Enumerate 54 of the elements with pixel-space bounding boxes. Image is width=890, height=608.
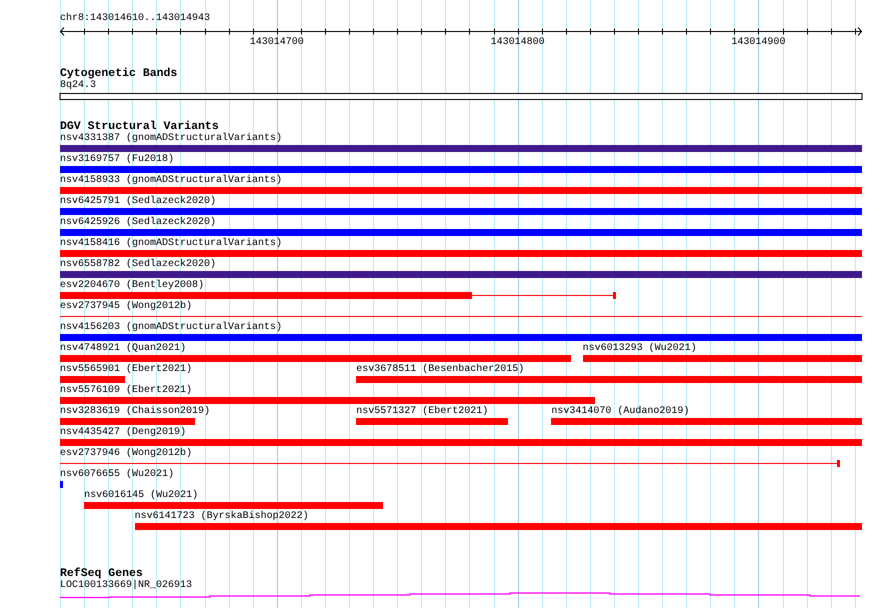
variant-bar[interactable] bbox=[356, 418, 508, 425]
variant-label: esv2204670 (Bentley2008) bbox=[60, 280, 204, 292]
variant-label: nsv4158416 (gnomADStructuralVariants) bbox=[60, 238, 282, 250]
variant-label: nsv6141723 (ByrskaBishop2022) bbox=[134, 511, 309, 523]
location-label: chr8:143014610..143014943 bbox=[60, 13, 210, 25]
variant-label: nsv4748921 (Quan2021) bbox=[60, 343, 186, 355]
gene-label: LOC100133669|NR_026913 bbox=[60, 580, 192, 592]
variant-bar[interactable] bbox=[60, 271, 862, 278]
variant-label: nsv6016145 (Wu2021) bbox=[84, 490, 198, 502]
variant-label: nsv6558782 (Sedlazeck2020) bbox=[60, 259, 216, 271]
chromosome-band[interactable] bbox=[60, 93, 862, 100]
track-title: DGV Structural Variants bbox=[60, 121, 219, 133]
variant-label: nsv5565901 (Ebert2021) bbox=[60, 364, 192, 376]
variant-label: nsv3283619 (Chaisson2019) bbox=[60, 406, 210, 418]
variant-label: nsv4156203 (gnomADStructuralVariants) bbox=[60, 322, 282, 334]
variant-label: nsv5576109 (Ebert2021) bbox=[60, 385, 192, 397]
variant-label: nsv3414070 (Audano2019) bbox=[551, 406, 690, 418]
variant-label: nsv3169757 (Fu2018) bbox=[60, 154, 174, 166]
variant-label: nsv6425926 (Sedlazeck2020) bbox=[60, 217, 216, 229]
variant-label: nsv5571327 (Ebert2021) bbox=[356, 406, 488, 418]
variant-bar[interactable] bbox=[60, 439, 862, 446]
variant-label: nsv4435427 (Deng2019) bbox=[60, 427, 186, 439]
variant-bar[interactable] bbox=[356, 376, 862, 383]
ruler-tick-label: 143014700 bbox=[250, 37, 304, 49]
variant-bar[interactable] bbox=[551, 418, 862, 425]
variant-bar[interactable] bbox=[84, 502, 383, 509]
variant-bar[interactable] bbox=[60, 208, 862, 215]
track-title: RefSeq Genes bbox=[60, 568, 143, 580]
ruler-tick-label: 143014800 bbox=[490, 37, 545, 49]
variant-bar[interactable] bbox=[60, 397, 595, 404]
variant-bar[interactable] bbox=[60, 355, 571, 362]
variant-bar[interactable] bbox=[60, 187, 862, 194]
track-title: Cytogenetic Bands bbox=[60, 68, 178, 80]
variant-bar[interactable] bbox=[60, 250, 862, 257]
variant-label: esv2737946 (Wong2012b) bbox=[60, 448, 192, 460]
variant-label: esv3678511 (Besenbacher2015) bbox=[356, 364, 524, 376]
variant-bar[interactable] bbox=[60, 229, 862, 236]
variant-label: nsv4158933 (gnomADStructuralVariants) bbox=[60, 175, 282, 187]
variant-label: esv2737945 (Wong2012b) bbox=[60, 301, 192, 313]
variant-bar[interactable] bbox=[60, 376, 126, 383]
ruler-tick-label: 143014900 bbox=[731, 37, 786, 49]
band-label: 8q24.3 bbox=[60, 80, 96, 92]
variant-bar[interactable] bbox=[134, 523, 862, 530]
variant-bar[interactable] bbox=[60, 166, 862, 173]
variant-label: nsv4331387 (gnomADStructuralVariants) bbox=[60, 133, 282, 145]
variant-label: nsv6013293 (Wu2021) bbox=[582, 343, 697, 355]
variant-label: nsv6425791 (Sedlazeck2020) bbox=[60, 196, 216, 208]
gene-line[interactable] bbox=[59, 592, 860, 598]
variant-bar[interactable] bbox=[60, 418, 195, 425]
variant-bar[interactable] bbox=[60, 145, 862, 152]
variant-bar[interactable] bbox=[60, 481, 63, 488]
variant-label: nsv6076655 (Wu2021) bbox=[60, 469, 174, 481]
variant-bar[interactable] bbox=[60, 334, 862, 341]
variant-bar[interactable] bbox=[582, 355, 862, 362]
